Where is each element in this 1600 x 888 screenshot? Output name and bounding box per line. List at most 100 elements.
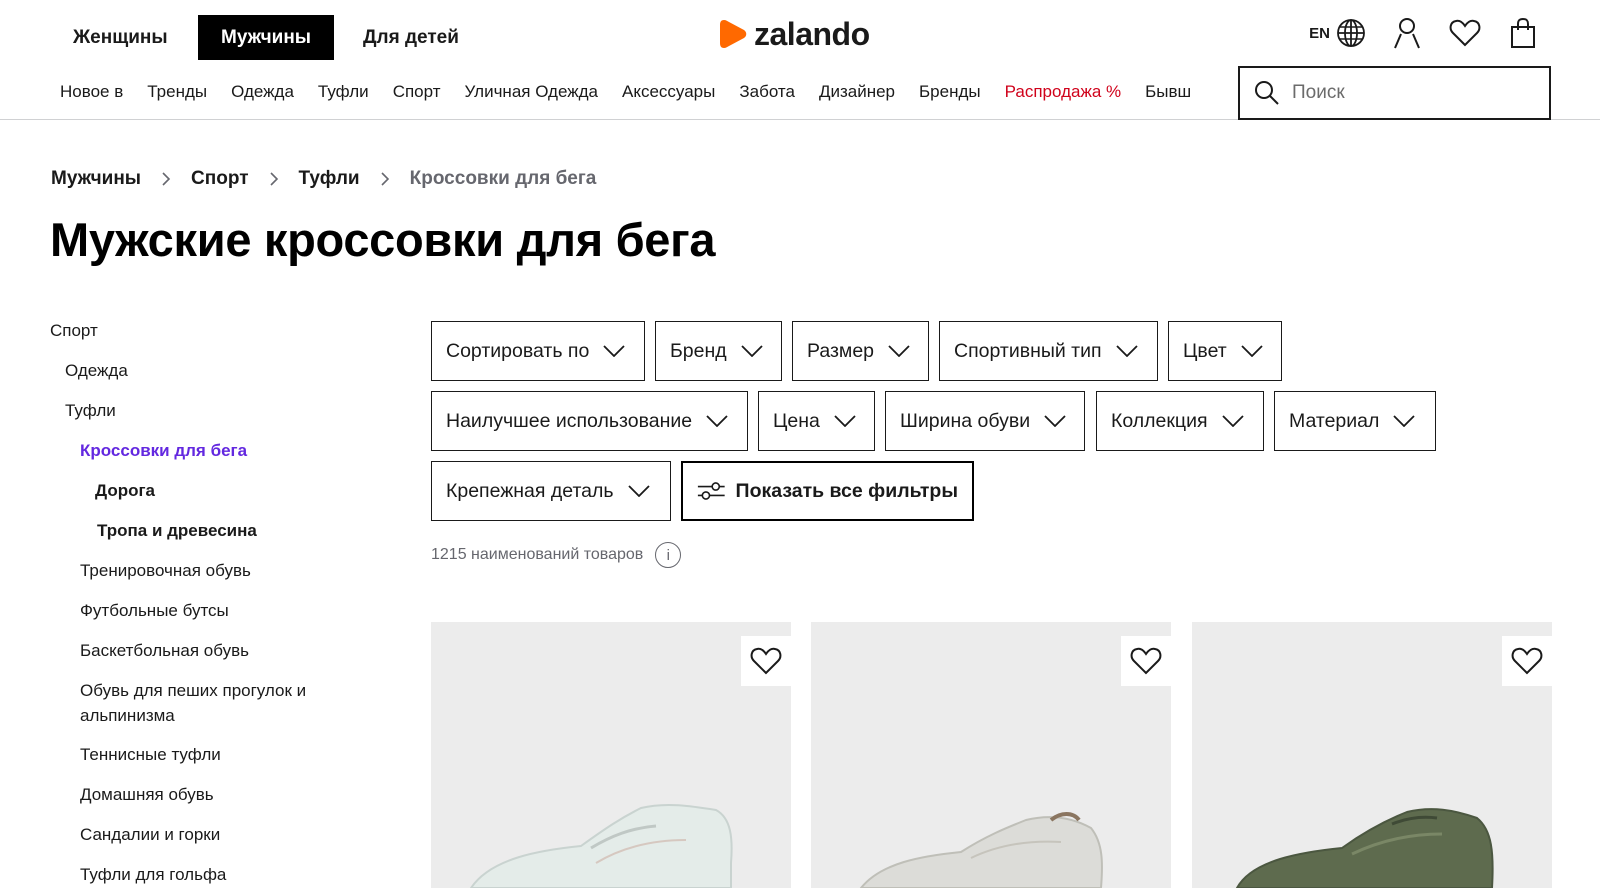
- nav-item-sport[interactable]: Спорт: [393, 82, 441, 102]
- gender-tab-women[interactable]: Женщины: [50, 15, 191, 60]
- main-nav: Новое в Тренды Одежда Туфли Спорт Улична…: [60, 82, 1238, 102]
- nav-item-designer[interactable]: Дизайнер: [819, 82, 895, 102]
- running-shoe-image: [469, 803, 733, 888]
- sidebar-item-shoes[interactable]: Туфли: [65, 398, 116, 423]
- chevron-right-icon: [380, 171, 390, 187]
- nav-item-sale[interactable]: Распродажа %: [1005, 82, 1122, 102]
- nav-item-brands[interactable]: Бренды: [919, 82, 981, 102]
- nav-item-trends[interactable]: Тренды: [147, 82, 207, 102]
- running-shoe-image: [1235, 808, 1494, 888]
- filter-best-use[interactable]: Наилучшее использование: [431, 391, 748, 451]
- sidebar-item-golf[interactable]: Туфли для гольфа: [80, 862, 226, 887]
- product-card[interactable]: [811, 622, 1171, 888]
- sliders-icon: [697, 482, 725, 500]
- filter-label: Материал: [1289, 409, 1380, 432]
- breadcrumb-current: Кроссовки для бега: [409, 168, 597, 189]
- filter-label: Крепежная деталь: [446, 479, 614, 502]
- sidebar-item-tennis[interactable]: Теннисные туфли: [80, 742, 221, 767]
- breadcrumb-sport[interactable]: Спорт: [191, 168, 248, 190]
- heart-icon: [750, 647, 782, 675]
- nav-item-care[interactable]: Забота: [739, 82, 795, 102]
- gender-tab-kids[interactable]: Для детей: [340, 15, 482, 60]
- chevron-down-icon: [706, 415, 728, 427]
- sidebar-item-clothing[interactable]: Одежда: [65, 358, 128, 383]
- product-card[interactable]: [431, 622, 791, 888]
- filter-label: Коллекция: [1111, 409, 1208, 432]
- nav-item-streetwear[interactable]: Уличная Одежда: [465, 82, 599, 102]
- search-input[interactable]: [1292, 82, 1522, 104]
- nav-item-preowned[interactable]: Бывш: [1145, 82, 1191, 102]
- nav-item-clothing[interactable]: Одежда: [231, 82, 294, 102]
- user-icon: [1394, 18, 1420, 49]
- chevron-right-icon: [269, 171, 279, 187]
- zalando-logo-icon: [720, 20, 747, 48]
- chevron-down-icon: [627, 485, 650, 497]
- chevron-down-icon: [1221, 415, 1244, 427]
- sidebar-item-trail[interactable]: Тропа и древесина: [97, 518, 257, 543]
- top-header: Женщины Мужчины Для детей zalando EN Нов…: [0, 0, 1600, 120]
- language-code: EN: [1309, 24, 1330, 42]
- bag-icon: [1511, 17, 1535, 48]
- sidebar-item-basketball[interactable]: Баскетбольная обувь: [80, 638, 249, 663]
- running-shoe-image: [859, 812, 1103, 888]
- sidebar-item-road[interactable]: Дорога: [95, 478, 155, 503]
- filter-price[interactable]: Цена: [758, 391, 875, 451]
- zalando-logo[interactable]: zalando: [718, 14, 870, 54]
- chevron-down-icon: [888, 345, 910, 357]
- chevron-down-icon: [1241, 345, 1263, 357]
- product-card[interactable]: [1192, 622, 1552, 888]
- results-count-text: 1215 наименований товаров: [431, 546, 644, 563]
- sidebar-item-football[interactable]: Футбольные бутсы: [80, 598, 229, 623]
- sidebar-item-indoor[interactable]: Домашняя обувь: [80, 782, 214, 807]
- filter-fastening[interactable]: Крепежная деталь: [431, 461, 671, 521]
- wishlist-toggle[interactable]: [1121, 636, 1171, 686]
- heart-icon: [1130, 647, 1162, 675]
- nav-item-new[interactable]: Новое в: [60, 82, 123, 102]
- chevron-down-icon: [1115, 345, 1138, 357]
- chevron-down-icon: [834, 415, 856, 427]
- wishlist-toggle[interactable]: [741, 636, 791, 686]
- breadcrumb: Мужчины Спорт Туфли Кроссовки для бега: [51, 168, 596, 190]
- breadcrumb-shoes[interactable]: Туфли: [299, 168, 360, 190]
- sidebar-item-sandals[interactable]: Сандалии и горки: [80, 822, 220, 847]
- chevron-down-icon: [1393, 415, 1416, 427]
- filter-label: Спортивный тип: [954, 339, 1102, 362]
- page-title: Мужские кроссовки для бега: [50, 213, 716, 266]
- chevron-down-icon: [741, 345, 763, 357]
- filter-sort[interactable]: Сортировать по: [431, 321, 645, 381]
- wishlist-toggle[interactable]: [1502, 636, 1552, 686]
- filter-shoe-width[interactable]: Ширина обуви: [885, 391, 1085, 451]
- filter-label: Размер: [807, 339, 875, 362]
- heart-icon: [1511, 647, 1543, 675]
- sidebar-item-hiking[interactable]: Обувь для пеших прогулок и альпинизма: [80, 678, 340, 728]
- search-icon: [1255, 81, 1279, 105]
- filter-size[interactable]: Размер: [792, 321, 929, 381]
- search-box[interactable]: [1238, 66, 1551, 120]
- filter-label: Бренд: [670, 339, 727, 362]
- filter-material[interactable]: Материал: [1274, 391, 1436, 451]
- sidebar-item-sport[interactable]: Спорт: [50, 318, 98, 343]
- nav-item-accessories[interactable]: Аксессуары: [622, 82, 715, 102]
- gender-tab-men[interactable]: Мужчины: [198, 15, 335, 60]
- logo-wordmark: zalando: [754, 15, 870, 52]
- wishlist-button[interactable]: [1448, 16, 1482, 50]
- cart-button[interactable]: [1506, 16, 1540, 50]
- filter-sport-type[interactable]: Спортивный тип: [939, 321, 1158, 381]
- globe-icon: [1337, 19, 1365, 47]
- header-icons: EN: [1309, 14, 1540, 52]
- info-icon[interactable]: i: [655, 542, 682, 568]
- nav-item-shoes[interactable]: Туфли: [318, 82, 369, 102]
- show-all-filters-button[interactable]: Показать все фильтры: [681, 461, 974, 521]
- filter-label: Ширина обуви: [900, 409, 1031, 432]
- account-button[interactable]: [1390, 16, 1424, 50]
- filter-collection[interactable]: Коллекция: [1096, 391, 1264, 451]
- filter-label: Цвет: [1183, 339, 1227, 362]
- filter-brand[interactable]: Бренд: [655, 321, 782, 381]
- sidebar-item-training[interactable]: Тренировочная обувь: [80, 558, 251, 583]
- breadcrumb-men[interactable]: Мужчины: [51, 168, 141, 190]
- filter-label: Сортировать по: [446, 339, 590, 362]
- sidebar-item-running-shoes[interactable]: Кроссовки для бега: [80, 438, 247, 463]
- filter-color[interactable]: Цвет: [1168, 321, 1282, 381]
- language-switcher[interactable]: EN: [1309, 18, 1366, 48]
- show-all-filters-label: Показать все фильтры: [735, 479, 958, 502]
